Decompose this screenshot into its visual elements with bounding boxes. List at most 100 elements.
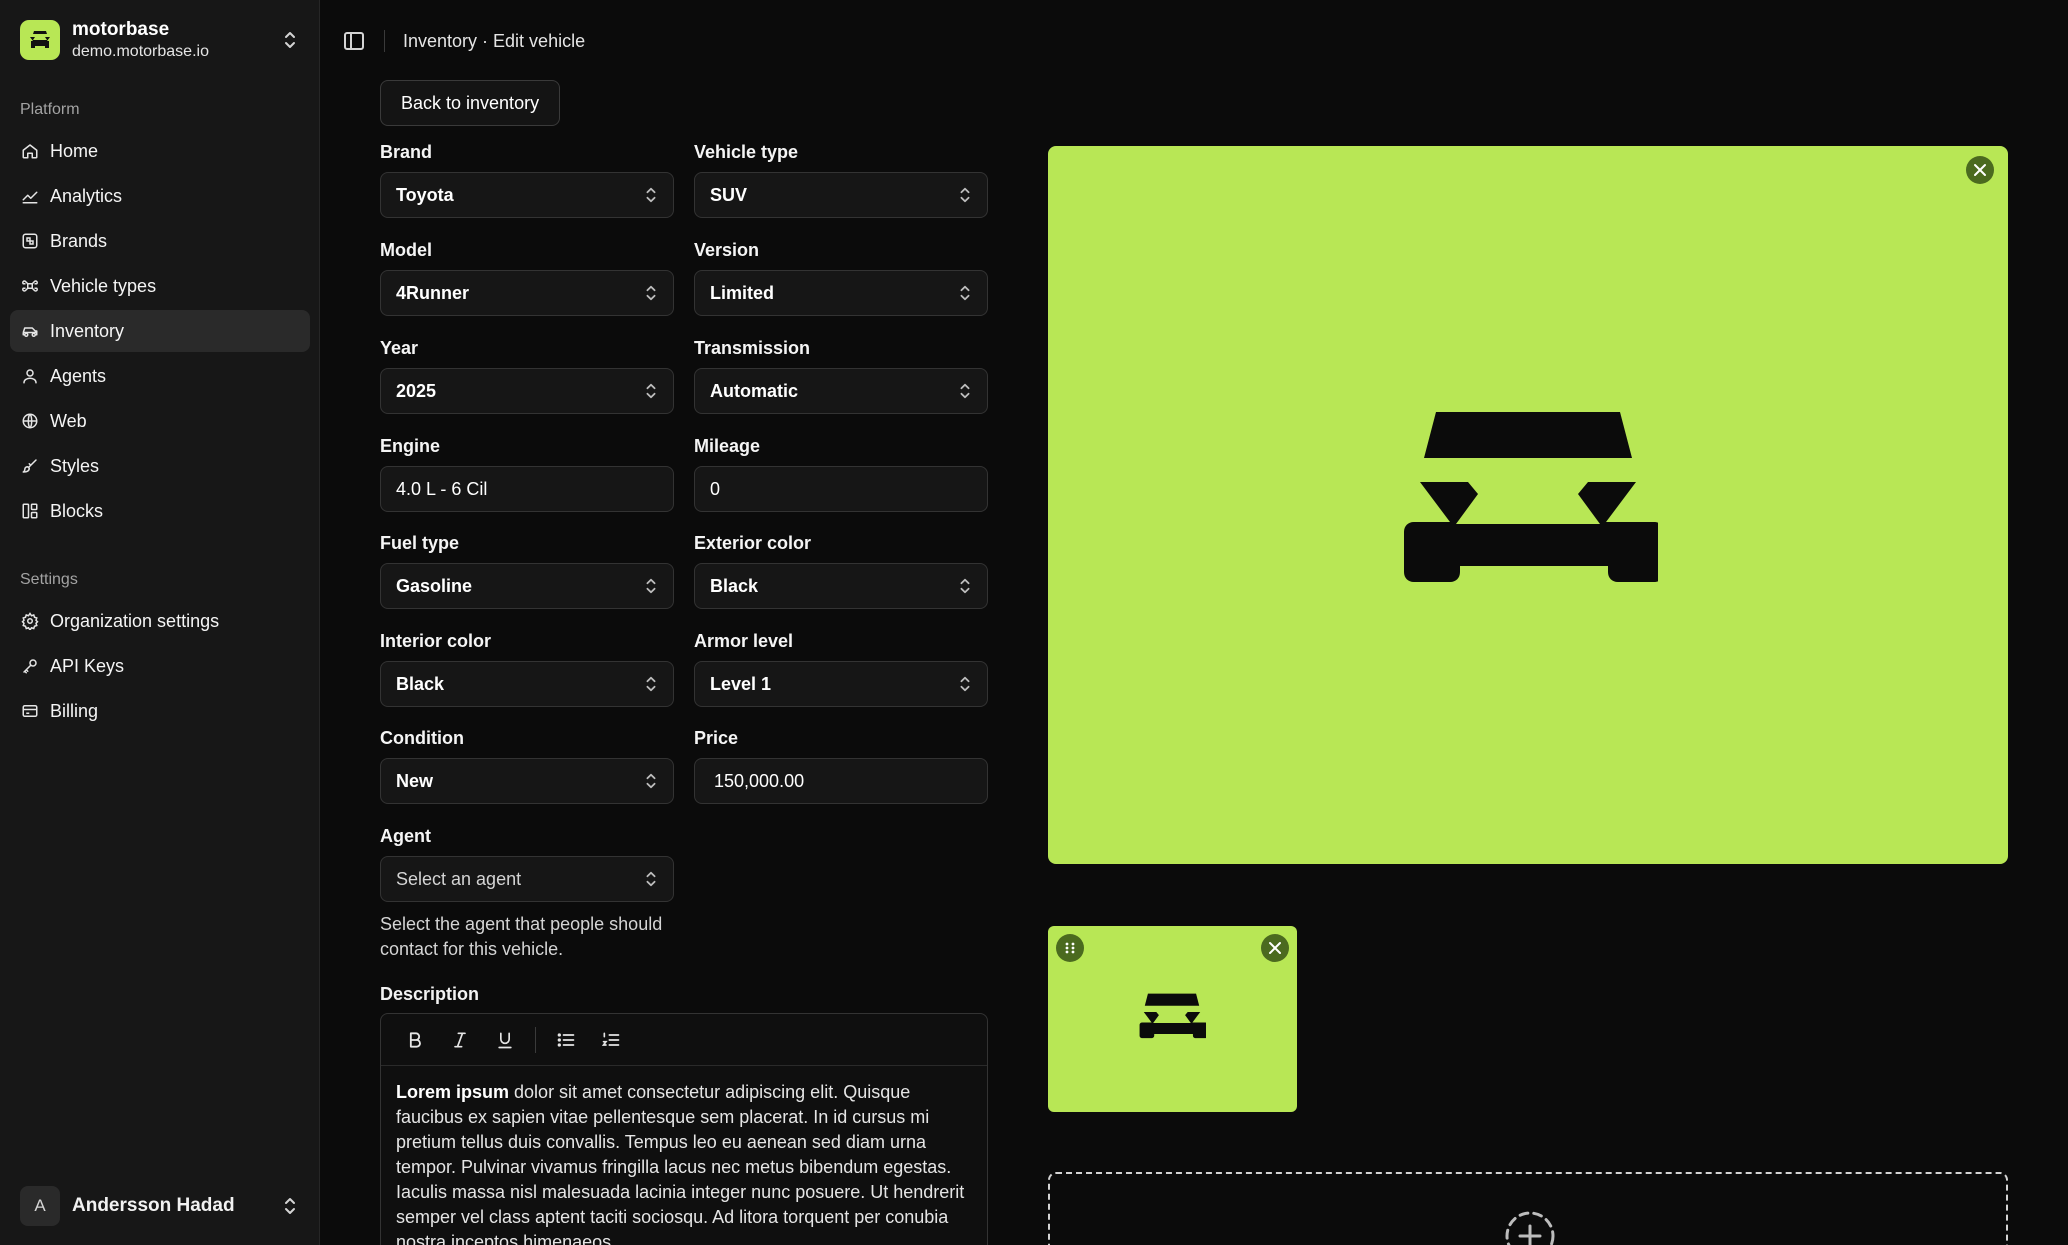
brands-icon xyxy=(20,231,40,251)
select-value: Toyota xyxy=(396,184,454,205)
field-label: Vehicle type xyxy=(694,142,799,162)
bullet-list-icon[interactable] xyxy=(548,1022,584,1058)
chevrons-updown-icon xyxy=(960,187,970,203)
version-field: Version Limited xyxy=(694,240,988,316)
year-select[interactable]: 2025 xyxy=(380,368,674,414)
sidebar: motorbase demo.motorbase.io Platform Hom… xyxy=(0,0,320,1245)
select-value: Limited xyxy=(710,282,775,303)
italic-icon[interactable] xyxy=(442,1022,478,1058)
input-value: 0 xyxy=(710,478,721,499)
sidebar-item-analytics[interactable]: Analytics xyxy=(10,175,310,217)
engine-input[interactable]: 4.0 L - 6 Cil xyxy=(380,466,674,512)
sidebar-item-label: Agents xyxy=(50,365,107,386)
sidebar-item-label: Vehicle types xyxy=(50,275,157,296)
description-text[interactable]: Lorem ipsum dolor sit amet consectetur a… xyxy=(381,1066,987,1245)
chevrons-updown-icon xyxy=(280,1196,300,1216)
input-value: 4.0 L - 6 Cil xyxy=(396,478,488,499)
car-placeholder-icon xyxy=(1404,412,1658,582)
interior-color-field: Interior color Black xyxy=(380,631,674,707)
sidebar-item-api-keys[interactable]: API Keys xyxy=(10,645,310,687)
analytics-icon xyxy=(20,186,40,206)
back-to-inventory-button[interactable]: Back to inventory xyxy=(380,80,561,126)
field-label: Price xyxy=(694,728,739,748)
sidebar-item-label: Inventory xyxy=(50,320,125,341)
sidebar-item-styles[interactable]: Styles xyxy=(10,445,310,487)
gear-icon xyxy=(20,611,40,631)
field-label: Mileage xyxy=(694,436,761,456)
model-field: Model 4Runner xyxy=(380,240,674,316)
chevrons-updown-icon xyxy=(960,578,970,594)
field-label: Armor level xyxy=(694,631,794,651)
price-input[interactable]: 150,000.00 xyxy=(694,758,988,804)
user-menu[interactable]: A Andersson Hadad xyxy=(10,1180,310,1232)
underline-icon[interactable] xyxy=(487,1022,523,1058)
top-header: Inventory · Edit vehicle xyxy=(320,0,2068,82)
exterior-color-select[interactable]: Black xyxy=(694,563,988,609)
sidebar-item-web[interactable]: Web xyxy=(10,400,310,442)
description-label: Description xyxy=(380,984,480,1004)
sidebar-item-home[interactable]: Home xyxy=(10,130,310,172)
transmission-select[interactable]: Automatic xyxy=(694,368,988,414)
vehicle-types-icon xyxy=(20,276,40,296)
bold-icon[interactable] xyxy=(397,1022,433,1058)
chevrons-updown-icon xyxy=(646,676,656,692)
fuel-type-select[interactable]: Gasoline xyxy=(380,563,674,609)
image-upload-dropzone[interactable] xyxy=(1048,1172,2008,1245)
add-image-icon xyxy=(1505,1211,1555,1245)
settings-nav: Organization settings API Keys Billing xyxy=(10,600,310,735)
sidebar-item-billing[interactable]: Billing xyxy=(10,690,310,732)
sidebar-item-agents[interactable]: Agents xyxy=(10,355,310,397)
mileage-input[interactable]: 0 xyxy=(694,466,988,512)
chevrons-updown-icon xyxy=(646,871,656,887)
chevrons-updown-icon xyxy=(280,30,300,50)
year-field: Year 2025 xyxy=(380,338,674,414)
field-label: Interior color xyxy=(380,631,492,651)
vehicle-thumbnail[interactable] xyxy=(1048,926,1297,1112)
sidebar-item-label: Billing xyxy=(50,700,99,721)
platform-nav: Home Analytics Brands Vehicle types Inve… xyxy=(10,130,310,535)
sidebar-item-label: API Keys xyxy=(50,655,125,676)
field-label: Exterior color xyxy=(694,533,812,553)
sidebar-toggle-icon[interactable] xyxy=(342,29,366,53)
globe-icon xyxy=(20,411,40,431)
close-icon xyxy=(1974,164,1986,176)
brand-select[interactable]: Toyota xyxy=(380,172,674,218)
home-icon xyxy=(20,141,40,161)
condition-select[interactable]: New xyxy=(380,758,674,804)
sidebar-item-blocks[interactable]: Blocks xyxy=(10,490,310,532)
model-select[interactable]: 4Runner xyxy=(380,270,674,316)
sidebar-item-vehicle-types[interactable]: Vehicle types xyxy=(10,265,310,307)
org-switcher[interactable]: motorbase demo.motorbase.io xyxy=(10,10,310,70)
transmission-field: Transmission Automatic xyxy=(694,338,988,414)
key-icon xyxy=(20,656,40,676)
brush-icon xyxy=(20,456,40,476)
drag-handle-icon[interactable] xyxy=(1056,934,1084,962)
select-value: 4Runner xyxy=(396,282,470,303)
agent-select[interactable]: Select an agent xyxy=(380,856,674,902)
agents-icon xyxy=(20,366,40,386)
remove-image-button[interactable] xyxy=(1966,156,1994,184)
billing-icon xyxy=(20,701,40,721)
exterior-color-field: Exterior color Black xyxy=(694,533,988,609)
mileage-field: Mileage 0 xyxy=(694,436,988,512)
sidebar-item-organization-settings[interactable]: Organization settings xyxy=(10,600,310,642)
armor-level-select[interactable]: Level 1 xyxy=(694,661,988,707)
sidebar-item-label: Organization settings xyxy=(50,610,220,631)
interior-color-select[interactable]: Black xyxy=(380,661,674,707)
remove-thumbnail-button[interactable] xyxy=(1261,934,1289,962)
version-select[interactable]: Limited xyxy=(694,270,988,316)
select-value: Level 1 xyxy=(710,673,772,694)
field-label: Condition xyxy=(380,728,464,748)
sidebar-item-brands[interactable]: Brands xyxy=(10,220,310,262)
select-value: 2025 xyxy=(396,380,437,401)
sidebar-item-inventory[interactable]: Inventory xyxy=(10,310,310,352)
sidebar-item-label: Home xyxy=(50,140,99,161)
car-logo-icon xyxy=(20,20,60,60)
select-value: Black xyxy=(396,673,445,694)
vehicle-type-select[interactable]: SUV xyxy=(694,172,988,218)
user-name: Andersson Hadad xyxy=(72,1195,235,1216)
numbered-list-icon[interactable] xyxy=(593,1022,629,1058)
platform-section-label: Platform xyxy=(20,101,80,118)
chevrons-updown-icon xyxy=(646,578,656,594)
header-divider xyxy=(384,30,385,52)
